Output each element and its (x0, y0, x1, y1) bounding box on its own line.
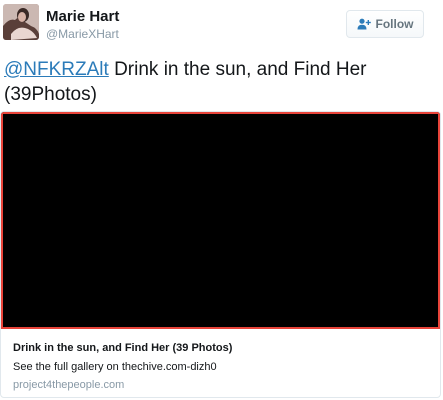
tweet-text: @NFKRZAlt Drink in the sun, and Find Her… (4, 57, 434, 107)
card-description: See the full gallery on thechive.com-diz… (13, 361, 217, 373)
card-title[interactable]: Drink in the sun, and Find Her (39 Photo… (13, 342, 232, 355)
mention-link[interactable]: @NFKRZAlt (4, 59, 109, 80)
card-media-image[interactable] (1, 112, 440, 329)
link-card[interactable]: Drink in the sun, and Find Her (39 Photo… (0, 111, 441, 398)
card-domain[interactable]: project4thepeople.com (13, 379, 124, 392)
avatar-image (3, 4, 39, 40)
person-plus-icon (357, 18, 371, 30)
display-name[interactable]: Marie Hart (46, 8, 119, 25)
user-handle[interactable]: @MarieXHart (46, 27, 119, 41)
tweet-header: Marie Hart @MarieXHart Follow (0, 0, 443, 50)
avatar[interactable] (3, 4, 39, 40)
follow-button-label: Follow (375, 17, 414, 31)
follow-button[interactable]: Follow (346, 10, 424, 38)
